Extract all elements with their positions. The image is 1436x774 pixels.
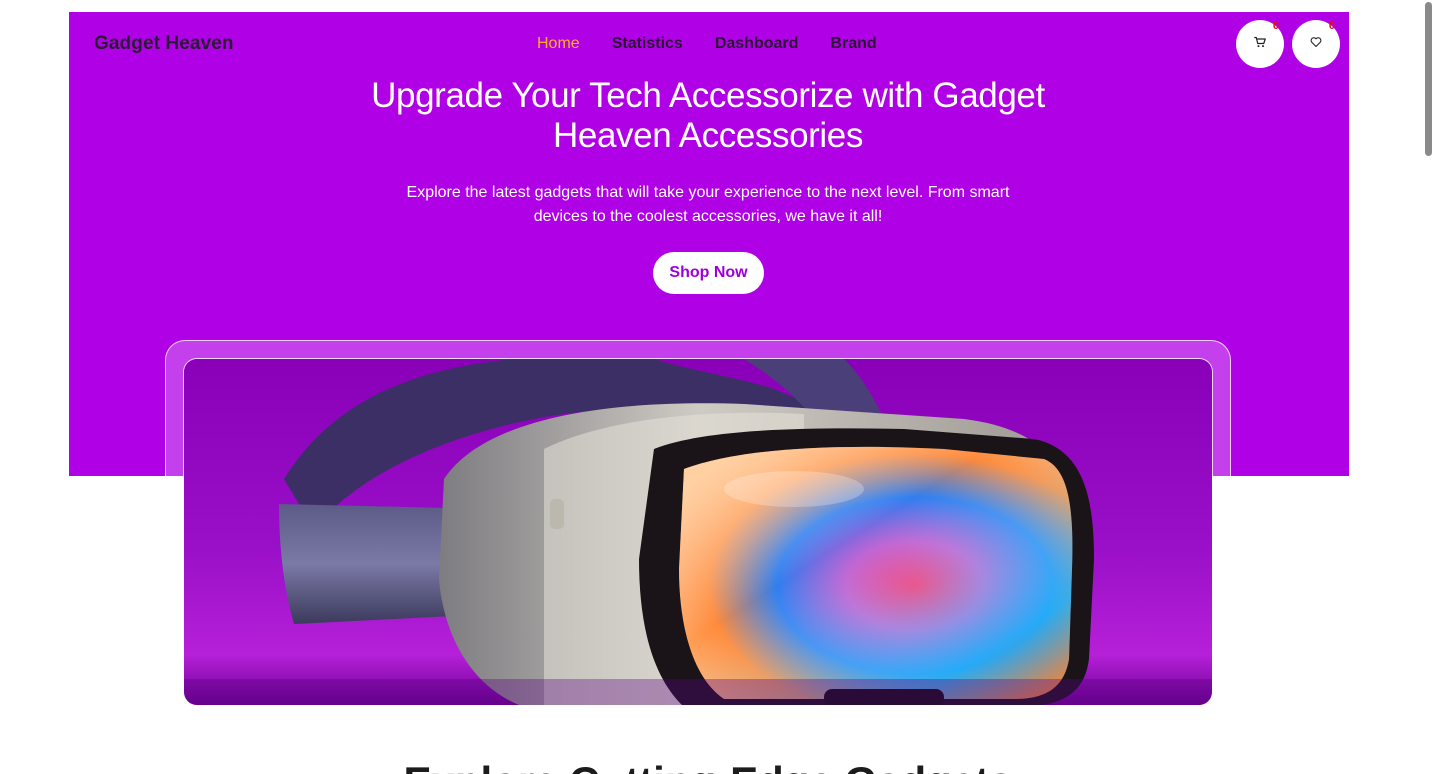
heart-icon [1310,35,1322,53]
nav-brand[interactable]: Brand [830,34,876,54]
hero-subtext: Explore the latest gadgets that will tak… [406,184,1010,225]
cart-count-badge: 0 [1272,20,1279,32]
cart-icon [1254,35,1266,53]
page: Gadget Heaven Home Statistics Dashboard … [0,0,1436,774]
scrollbar-thumb[interactable] [1425,2,1432,156]
nav-dashboard[interactable]: Dashboard [715,34,799,54]
page-scrollbar[interactable] [1420,0,1436,774]
hero-headline: Upgrade Your Tech Accessorize with Gadge… [371,76,1045,155]
wishlist-count-badge: 0 [1328,20,1335,32]
nav-home[interactable]: Home [537,34,580,54]
nav-statistics[interactable]: Statistics [612,34,683,54]
wishlist-button[interactable]: 0 [1292,20,1340,68]
main-nav: Home Statistics Dashboard Brand [537,34,877,54]
vr-headset-banner-image [183,358,1213,706]
cart-button[interactable]: 0 [1236,20,1284,68]
brand-logo[interactable]: Gadget Heaven [94,32,234,56]
section-title: Explore Cutting-Edge Gadgets [0,758,1416,774]
shop-now-button[interactable]: Shop Now [653,252,764,294]
